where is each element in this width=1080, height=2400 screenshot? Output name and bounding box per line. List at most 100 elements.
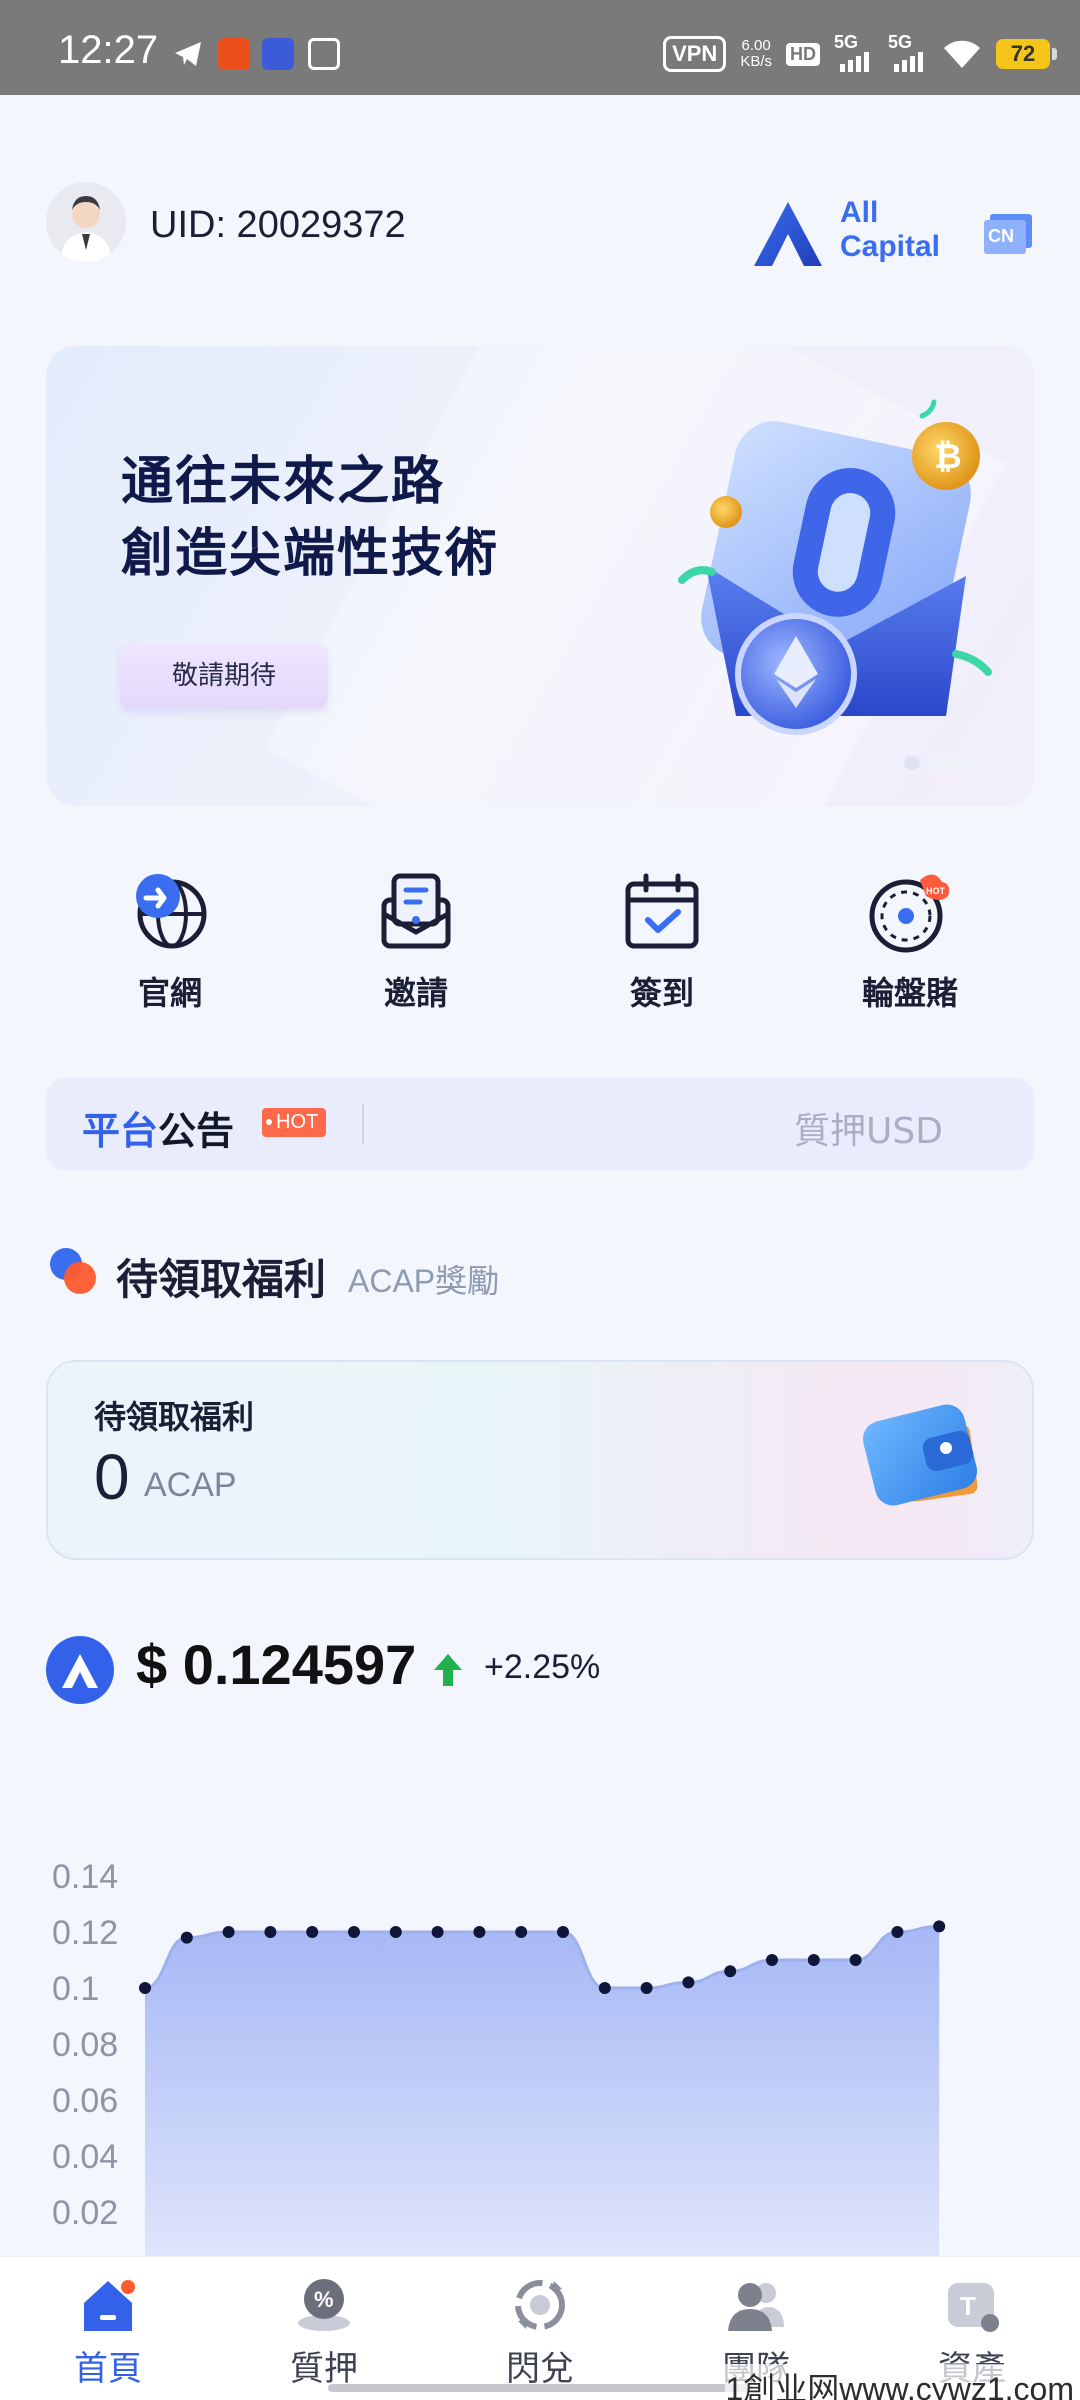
globe-icon [136, 874, 207, 949]
svg-text:HOT: HOT [926, 886, 946, 896]
quick-action-label: 官網 [137, 974, 202, 1012]
logo-line2: Capital [840, 230, 941, 263]
promo-banner[interactable]: 通往未來之路 創造尖端性技術 敬請期待 ₿ [46, 346, 1034, 806]
svg-text:T: T [960, 2291, 976, 2321]
network-type-2: 5G [888, 32, 913, 52]
store-icon [308, 38, 340, 70]
crypto-wallet-illustration: ₿ [678, 399, 992, 735]
chart-point[interactable] [180, 1931, 193, 1944]
status-bar: 12:27 VPN 6.00 KB/s HD 5G 5G 72 [0, 0, 1080, 95]
home-icon [84, 2280, 135, 2331]
home-indicator[interactable] [328, 2384, 752, 2392]
banner-pagination [904, 756, 972, 770]
chart-point[interactable] [766, 1954, 778, 1966]
svg-text:₿: ₿ [934, 437, 962, 477]
nav-label: 首頁 [74, 2349, 142, 2389]
signal-icon: 5G [834, 32, 874, 72]
divider [362, 1104, 364, 1144]
chart-point[interactable] [557, 1926, 569, 1938]
banner-line1: 通往未來之路 [121, 452, 446, 512]
nav-stake[interactable]: % 質押 [264, 2275, 384, 2390]
nav-label: 閃兌 [506, 2349, 574, 2389]
chart-point[interactable] [306, 1926, 319, 1938]
quick-action-website[interactable]: 官網 [90, 870, 250, 1014]
price-chart: 0.14 0.12 0.1 0.08 0.06 0.04 0.02 [52, 1858, 946, 2260]
stake-icon: % [298, 2279, 350, 2331]
pending-rewards-value: 0 [94, 1441, 130, 1513]
chart-point[interactable] [891, 1926, 904, 1938]
coming-soon-button[interactable]: 敬請期待 [120, 644, 328, 708]
token-price: $ 0.124597 [136, 1633, 417, 1696]
chart-point[interactable] [348, 1926, 360, 1938]
wallet-icon [862, 1404, 978, 1506]
vpn-indicator: VPN [663, 36, 727, 72]
pending-rewards-label: 待領取福利 [94, 1398, 255, 1436]
announcement-bar[interactable]: 平台公告 HOT 質押USD [46, 1078, 1034, 1170]
chart-point[interactable] [222, 1926, 235, 1938]
quick-action-roulette[interactable]: HOT 輪盤賭 [830, 870, 990, 1014]
avatar[interactable] [46, 182, 126, 262]
announcement-marquee-text[interactable]: 質押USD [794, 1102, 954, 1154]
chart-point[interactable] [807, 1954, 820, 1966]
chart-point[interactable] [598, 1982, 611, 1994]
nav-exchange[interactable]: 閃兌 [480, 2275, 600, 2390]
chart-point[interactable] [264, 1926, 277, 1938]
chart-area [145, 1926, 940, 2260]
y-tick-label: 0.06 [52, 2082, 118, 2120]
status-indicators: VPN 6.00 KB/s HD 5G 5G 72 [663, 32, 1057, 74]
chart-point[interactable] [389, 1926, 402, 1938]
y-tick-label: 0.08 [52, 2026, 118, 2064]
chart-point[interactable] [640, 1982, 653, 1994]
speed-unit: KB/s [740, 53, 772, 70]
status-time: 12:27 [58, 28, 159, 72]
roulette-icon: HOT [869, 874, 950, 953]
quick-action-label: 輪盤賭 [861, 974, 958, 1012]
banner-dot [904, 756, 920, 770]
hot-badge: HOT [262, 1108, 327, 1137]
section-subtitle: ACAP獎勵 [348, 1263, 500, 1299]
quick-action-label: 簽到 [629, 974, 694, 1012]
chart-point[interactable] [724, 1965, 737, 1978]
y-tick-label: 0.1 [52, 1970, 99, 2008]
wifi-icon [944, 40, 980, 68]
pending-rewards-card[interactable]: 待領取福利 0 ACAP [46, 1360, 1034, 1560]
app-icon [218, 38, 250, 70]
arrow-up-icon [434, 1654, 462, 1686]
user-uid: UID: 20029372 [150, 204, 406, 246]
chart-point[interactable] [431, 1926, 444, 1938]
language-label: CN [988, 226, 1014, 246]
svg-text:%: % [314, 2287, 334, 2312]
bubbles-icon [50, 1248, 96, 1294]
y-tick-label: 0.14 [52, 1858, 118, 1896]
network-type-1: 5G [834, 32, 859, 52]
y-tick-label: 0.04 [52, 2138, 118, 2176]
calendar-check-icon [625, 873, 699, 949]
chart-point[interactable] [515, 1926, 528, 1938]
hd-indicator: HD [786, 42, 820, 66]
exchange-icon [515, 2280, 565, 2330]
section-title: 待領取福利 [116, 1255, 327, 1304]
logo-line1: All [840, 196, 879, 229]
chat-app-icon [262, 38, 294, 70]
y-tick-label: 0.12 [52, 1914, 118, 1952]
price-change: +2.25% [484, 1648, 601, 1686]
invite-icon [381, 873, 451, 949]
battery-indicator: 72 [996, 39, 1057, 69]
chart-point[interactable] [933, 1920, 946, 1933]
announcement-title-part2: 公告 [158, 1109, 235, 1153]
signal-icon-2: 5G [888, 32, 928, 72]
speed-value: 6.00 [741, 37, 771, 54]
nav-label: 質押 [290, 2349, 358, 2389]
quick-action-invite[interactable]: 邀請 [336, 870, 496, 1014]
telegram-icon [172, 38, 204, 70]
chart-point[interactable] [139, 1982, 151, 1994]
assets-icon: T [948, 2283, 999, 2332]
nav-home[interactable]: 首頁 [48, 2275, 168, 2390]
language-switch-button[interactable]: CN [982, 214, 1034, 258]
acap-coin-icon [46, 1636, 114, 1704]
quick-action-checkin[interactable]: 簽到 [582, 870, 742, 1014]
y-tick-label: 0.02 [52, 2194, 118, 2232]
chart-point[interactable] [849, 1954, 862, 1966]
chart-point[interactable] [682, 1976, 695, 1989]
chart-point[interactable] [473, 1926, 486, 1938]
